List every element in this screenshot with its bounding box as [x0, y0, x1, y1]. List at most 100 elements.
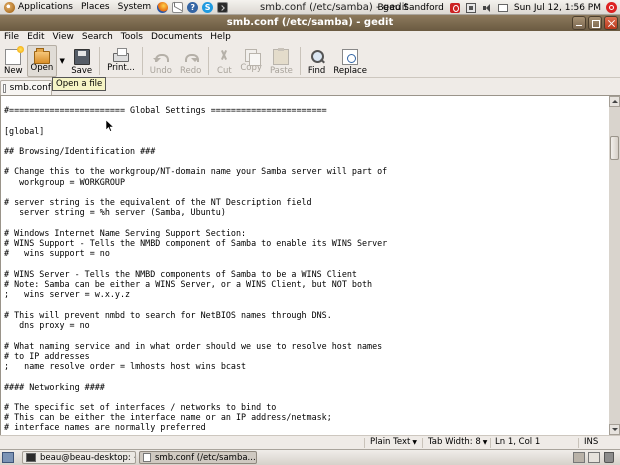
open-tooltip: Open a file: [52, 77, 107, 91]
statusbar: Plain Text ▼ Tab Width: 8 ▼ Ln 1, Col 1 IN…: [0, 435, 620, 449]
tab-smb-conf[interactable]: smb.conf: [0, 80, 52, 95]
open-button[interactable]: Open: [26, 45, 58, 77]
user-switch-icon[interactable]: [449, 2, 460, 13]
toolbar: New Open ▼ Save Print... Undo Redo Cut C…: [0, 44, 620, 78]
redo-button[interactable]: Redo: [176, 45, 205, 77]
applications-menu[interactable]: Applications: [0, 0, 77, 15]
window-titlebar[interactable]: smb.conf (/etc/samba) - gedit: [0, 15, 620, 31]
menubar: File Edit View Search Tools Documents He…: [0, 31, 620, 44]
window-controls: [570, 16, 618, 30]
redo-icon: [183, 49, 199, 65]
scroll-thumb[interactable]: [610, 136, 619, 160]
user-name[interactable]: Beau Sandford: [374, 3, 446, 13]
new-document-icon: [5, 46, 25, 65]
workspace-1[interactable]: [573, 452, 585, 463]
menu-edit[interactable]: Edit: [23, 31, 48, 44]
code-line: # The specific set of interfaces / netwo…: [4, 402, 277, 412]
panel-right: Beau Sandford Sun Jul 12, 1:56 PM: [374, 0, 620, 15]
places-menu[interactable]: Places: [77, 0, 114, 15]
menu-file[interactable]: File: [0, 31, 23, 44]
code-line: ; name resolve order = lmhosts host wins…: [4, 361, 247, 371]
text-editor[interactable]: #======================= Global Settings…: [0, 95, 609, 435]
tab-label: smb.conf: [9, 83, 51, 93]
document-icon: [3, 83, 6, 93]
mail-icon[interactable]: [172, 1, 184, 13]
clock[interactable]: Sun Jul 12, 1:56 PM: [511, 3, 604, 13]
places-menu-label: Places: [80, 1, 110, 12]
panel-left: Applications Places System ? S: [0, 0, 230, 15]
printer-icon: [112, 48, 129, 62]
scroll-up-icon[interactable]: [609, 96, 620, 107]
copy-button[interactable]: Copy: [236, 45, 266, 77]
code-line: # WINS Server - Tells the NMBD component…: [4, 268, 357, 279]
skype-icon[interactable]: S: [202, 1, 214, 13]
maximize-icon[interactable]: [588, 16, 602, 30]
taskbar-item-gedit[interactable]: smb.conf (/etc/samba...: [139, 451, 257, 464]
mouse-pointer-icon: [106, 120, 114, 132]
menu-tools[interactable]: Tools: [117, 31, 147, 44]
redo-button-label: Redo: [180, 66, 202, 76]
code-line: # to IP addresses: [4, 350, 90, 361]
code-line: # interface names are normally preferred: [4, 422, 206, 433]
find-button[interactable]: Find: [304, 45, 329, 77]
menu-help[interactable]: Help: [206, 31, 235, 44]
bottom-panel: beau@beau-desktop: ~ smb.conf (/etc/samb…: [0, 449, 620, 465]
replace-button-label: Replace: [333, 66, 367, 76]
trash-icon[interactable]: [604, 452, 614, 463]
code-line: # This can be either the interface name …: [4, 412, 332, 423]
workspace-2[interactable]: [588, 452, 600, 463]
code-line: # Note: Samba can be either a WINS Serve…: [4, 279, 373, 290]
code-line: #======================= Global Settings…: [4, 105, 327, 115]
mail-indicator-icon[interactable]: [497, 3, 508, 12]
volume-icon[interactable]: [482, 3, 492, 13]
code-line: # Change this to the workgroup/NT-domain…: [4, 166, 388, 177]
network-icon[interactable]: [465, 2, 476, 13]
print-button[interactable]: Print...: [103, 45, 139, 77]
terminal-icon[interactable]: [217, 1, 229, 13]
undo-icon: [152, 49, 169, 65]
scroll-down-icon[interactable]: [609, 424, 620, 435]
close-icon[interactable]: [604, 16, 618, 30]
gnome-foot-icon: [4, 1, 15, 13]
menu-search[interactable]: Search: [78, 31, 117, 44]
code-line: # wins support = no: [4, 248, 110, 259]
new-button-label: New: [4, 66, 23, 76]
open-recent-arrow[interactable]: ▼: [57, 45, 67, 77]
new-button[interactable]: New: [0, 45, 27, 77]
insert-mode: INS: [584, 437, 599, 447]
code-line: dns proxy = no: [4, 320, 90, 330]
system-menu-label: System: [117, 1, 152, 12]
firefox-icon[interactable]: [157, 1, 169, 13]
help-icon[interactable]: ?: [187, 1, 199, 13]
taskbar-item-terminal[interactable]: beau@beau-desktop: ~: [22, 451, 136, 464]
minimize-icon[interactable]: [572, 16, 586, 30]
cursor-position: Ln 1, Col 1: [495, 437, 541, 447]
undo-button-label: Undo: [149, 66, 173, 76]
cut-button[interactable]: Cut: [212, 45, 236, 77]
find-replace-icon: [342, 49, 359, 65]
vertical-scrollbar[interactable]: [609, 95, 620, 435]
applications-menu-label: Applications: [18, 1, 73, 12]
power-icon[interactable]: [606, 2, 617, 13]
code-line: [global]: [4, 125, 45, 136]
document-icon: [143, 453, 151, 462]
replace-button[interactable]: Replace: [329, 45, 371, 77]
show-desktop-icon[interactable]: [2, 452, 14, 463]
menu-view[interactable]: View: [49, 31, 78, 44]
system-menu[interactable]: System: [114, 0, 156, 15]
clipboard-icon: [273, 48, 290, 65]
toolbar-separator: [208, 47, 210, 75]
scissors-icon: [216, 49, 232, 65]
undo-button[interactable]: Undo: [146, 45, 176, 77]
paste-button[interactable]: Paste: [266, 45, 297, 77]
code-line: server string = %h server (Samba, Ubuntu…: [4, 207, 226, 218]
tab-width-selector[interactable]: Tab Width: 8 ▼: [425, 436, 490, 449]
save-button[interactable]: Save: [67, 45, 96, 77]
syntax-selector[interactable]: Plain Text ▼: [367, 436, 420, 449]
copy-icon: [245, 49, 262, 66]
statusbar-divider: [364, 438, 365, 448]
taskbar-item-label: beau@beau-desktop: ~: [40, 452, 136, 463]
code-line: workgroup = WORKGROUP: [4, 176, 126, 187]
code-line: #### Networking ####: [4, 381, 105, 392]
menu-documents[interactable]: Documents: [147, 31, 206, 44]
